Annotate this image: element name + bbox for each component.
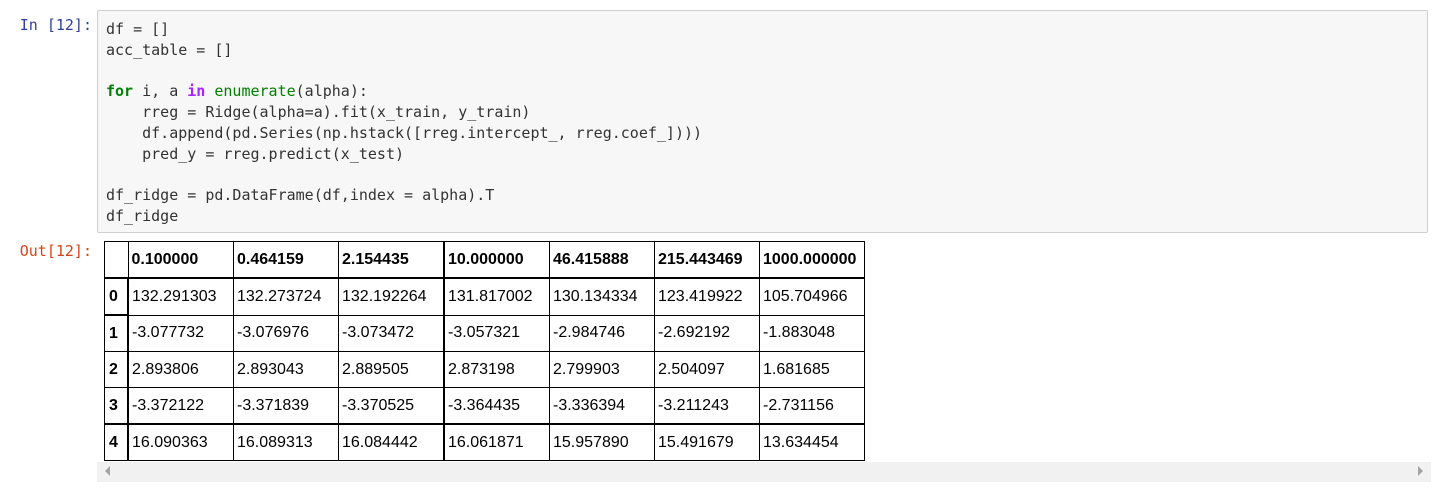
table-cell: 16.084442 [338,423,445,461]
code-input-area[interactable]: df = [] acc_table = [] for i, a in enume… [97,10,1428,233]
code-line: df_ridge [106,207,179,226]
table-cell: 2.873198 [443,351,550,388]
table-cell: -3.370525 [338,387,445,425]
column-header: 215.443469 [654,241,760,279]
table-cell: -3.336394 [549,387,655,425]
table-cell: 131.817002 [443,277,550,316]
header-row: 0.100000 0.464159 2.154435 10.000000 46.… [104,241,865,279]
input-prompt: In [12]: [19,16,92,34]
table-cell: 1.681685 [759,351,865,388]
table-row: 0 132.291303 132.273724 132.192264 131.8… [104,277,865,316]
table-cell: 2.889505 [338,351,445,388]
table-cell: -3.077732 [127,314,234,352]
scroll-right-arrow-icon[interactable] [1418,466,1423,476]
row-index: 2 [104,351,129,388]
table-cell: 132.192264 [338,277,445,316]
table-cell: 16.089313 [233,423,339,461]
table-cell: 130.134334 [549,277,655,316]
column-header: 1000.000000 [759,241,865,279]
table-cell: -3.364435 [443,387,550,425]
dataframe-table: 0.100000 0.464159 2.154435 10.000000 46.… [104,241,865,461]
table-row: 4 16.090363 16.089313 16.084442 16.06187… [104,423,865,461]
row-index: 1 [104,314,129,352]
row-index: 0 [104,277,129,316]
scroll-left-arrow-icon[interactable] [105,466,110,476]
table-cell: -3.057321 [443,314,550,352]
table-row: 1 -3.077732 -3.076976 -3.073472 -3.05732… [104,314,865,352]
code-line: for i, a in enumerate(alpha): [106,82,368,101]
table-cell: -2.692192 [654,314,760,352]
table-cell: -3.076976 [233,314,339,352]
table-cell: -1.883048 [759,314,865,352]
table-cell: 2.893806 [127,351,234,388]
table-cell: -3.073472 [338,314,445,352]
output-area: 0.100000 0.464159 2.154435 10.000000 46.… [97,240,1431,484]
table-cell: 15.957890 [549,423,655,461]
column-header: 0.100000 [127,241,234,279]
table-row: 2 2.893806 2.893043 2.889505 2.873198 2.… [104,351,865,388]
code-line: acc_table = [] [106,40,233,59]
table-cell: 2.799903 [549,351,655,388]
table-cell: 123.419922 [654,277,760,316]
column-header: 10.000000 [443,241,550,279]
code-line: df = [] [106,20,170,38]
table-cell: 2.893043 [233,351,339,388]
table-cell: -2.984746 [549,314,655,352]
table-cell: 132.291303 [127,277,234,316]
table-cell: -3.371839 [233,387,339,425]
table-cell: 132.273724 [233,277,339,316]
output-prompt: Out[12]: [19,242,92,260]
code-line: df_ridge = pd.DataFrame(df,index = alpha… [106,186,495,205]
column-header: 46.415888 [549,241,655,279]
code-editor[interactable]: df = [] acc_table = [] for i, a in enume… [98,11,1427,227]
column-header: 0.464159 [233,241,339,279]
table-cell: -2.731156 [759,387,865,425]
table-cell: 2.504097 [654,351,760,388]
table-cell: 105.704966 [759,277,865,316]
code-line: df.append(pd.Series(np.hstack([rreg.inte… [106,123,703,142]
code-line: pred_y = rreg.predict(x_test) [106,144,405,163]
code-line: rreg = Ridge(alpha=a).fit(x_train, y_tra… [106,103,531,122]
table-cell: 13.634454 [759,423,865,461]
horizontal-scrollbar[interactable] [97,462,1431,482]
table-cell: 16.061871 [443,423,550,461]
table-cell: -3.211243 [654,387,760,425]
row-index: 3 [104,387,129,425]
table-cell: 16.090363 [127,423,234,461]
table-cell: 15.491679 [654,423,760,461]
table-corner [104,241,129,279]
column-header: 2.154435 [338,241,445,279]
table-row: 3 -3.372122 -3.371839 -3.370525 -3.36443… [104,387,865,425]
row-index: 4 [104,423,129,461]
table-cell: -3.372122 [127,387,234,425]
